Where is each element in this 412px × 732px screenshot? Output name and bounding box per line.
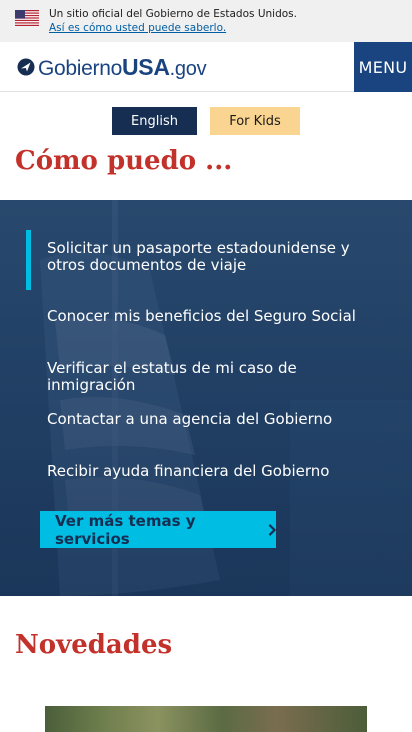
- logo-wordmark: GobiernoUSA.gov: [38, 53, 207, 81]
- how-item-contact-agency[interactable]: Contactar a una agencia del Gobierno: [47, 411, 387, 428]
- menu-button[interactable]: MENU: [354, 42, 412, 92]
- how-can-i-panel: Solicitar un pasaporte estadounidense y …: [0, 200, 412, 596]
- how-can-i-heading: Cómo puedo ...: [15, 146, 233, 176]
- language-toggle-row: English For Kids: [0, 107, 412, 135]
- logo-usa: USA: [122, 53, 170, 80]
- chevron-right-icon: [268, 523, 276, 536]
- active-item-indicator: [26, 230, 31, 290]
- logo-prefix: Gobierno: [38, 56, 122, 80]
- official-site-banner: Un sitio oficial del Gobierno de Estados…: [0, 0, 412, 42]
- english-button[interactable]: English: [112, 107, 197, 135]
- news-heading: Novedades: [15, 630, 173, 660]
- site-logo[interactable]: GobiernoUSA.gov: [17, 53, 207, 81]
- how-item-social-security[interactable]: Conocer mis beneficios del Seguro Social: [47, 308, 387, 325]
- how-item-immigration-status[interactable]: Verificar el estatus de mi caso de inmig…: [47, 360, 387, 394]
- for-kids-button[interactable]: For Kids: [210, 107, 300, 135]
- site-header: GobiernoUSA.gov MENU: [0, 42, 412, 92]
- us-flag-icon: [15, 10, 39, 26]
- more-topics-button[interactable]: Ver más temas y servicios: [40, 511, 276, 548]
- news-image[interactable]: [45, 706, 367, 732]
- how-item-financial-help[interactable]: Recibir ayuda financiera del Gobierno: [47, 463, 387, 480]
- usa-gov-logo-icon: [17, 58, 35, 76]
- more-topics-label: Ver más temas y servicios: [55, 511, 196, 548]
- how-item-passport[interactable]: Solicitar un pasaporte estadounidense y …: [47, 240, 387, 274]
- how-you-know-link[interactable]: Así es cómo usted puede saberlo.: [49, 21, 226, 35]
- official-site-text: Un sitio oficial del Gobierno de Estados…: [49, 8, 297, 20]
- logo-gov: .gov: [169, 57, 207, 80]
